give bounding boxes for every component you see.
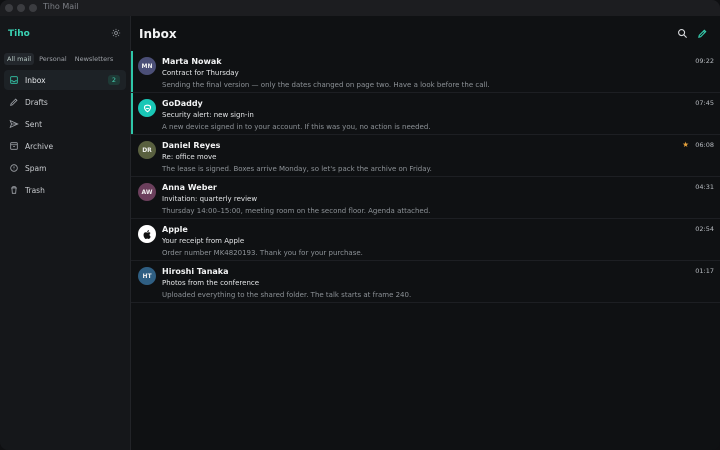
message-time: 02:54 (695, 225, 714, 233)
star-icon[interactable]: ★ (682, 140, 689, 149)
message-sender: GoDaddy (162, 99, 203, 108)
message-subject: Your receipt from Apple (162, 237, 245, 245)
sidebar-item-inbox[interactable]: Inbox 2 (4, 70, 126, 90)
gear-icon[interactable] (111, 28, 121, 38)
archive-icon (10, 142, 18, 150)
avatar-initials: AW (141, 188, 153, 196)
message-subject: Photos from the conference (162, 279, 260, 287)
message-list: MN Marta Nowak 09:22 Contract for Thursd… (131, 51, 720, 303)
message-subject: Invitation: quarterly review (162, 195, 258, 203)
send-icon (9, 119, 19, 129)
close-window-button[interactable] (5, 4, 13, 12)
message-time: 07:45 (695, 99, 714, 107)
search-icon[interactable] (677, 28, 688, 39)
message-row[interactable]: MN Marta Nowak 09:22 Contract for Thursd… (131, 51, 720, 93)
sidebar-item-trash[interactable]: Trash (4, 180, 126, 200)
message-row[interactable]: GoDaddy 07:45 Security alert: new sign-i… (131, 93, 720, 135)
avatar-initials: DR (142, 146, 152, 154)
message-subject: Contract for Thursday (162, 69, 239, 77)
brand-name: Tiho (8, 29, 30, 39)
sidebar-item-label: Inbox (25, 75, 46, 85)
app-window: Tiho Mail Tiho All mail Personal Newslet… (0, 0, 720, 450)
tab-newsletters[interactable]: Newsletters (72, 53, 117, 65)
sidebar-item-drafts[interactable]: Drafts (4, 92, 126, 112)
message-row[interactable]: DR Daniel Reyes ★ 06:08 Re: office move … (131, 135, 720, 177)
godaddy-logo-icon (143, 104, 151, 112)
message-time: 04:31 (695, 183, 714, 191)
message-row[interactable]: HT Hiroshi Tanaka 01:17 Photos from the … (131, 261, 720, 303)
message-row[interactable]: AW Anna Weber 04:31 Invitation: quarterl… (131, 177, 720, 219)
avatar: HT (138, 267, 156, 285)
title-bar: Tiho Mail (0, 0, 720, 16)
sidebar-item-spam[interactable]: Spam (4, 158, 126, 178)
message-preview: Uploaded everything to the shared folder… (162, 291, 412, 299)
avatar: AW (138, 183, 156, 201)
message-row[interactable]: Apple 02:54 Your receipt from Apple Orde… (131, 219, 720, 261)
sidebar-item-label: Archive (25, 141, 54, 151)
folder-list: Inbox 2 Drafts Sent Archive Spam Trash (4, 70, 126, 202)
message-pane: Inbox MN Marta Nowak 09:22 Contract for … (131, 16, 720, 450)
minimize-window-button[interactable] (17, 4, 25, 12)
avatar: MN (138, 57, 156, 75)
message-sender: Anna Weber (162, 183, 217, 192)
message-subject: Re: office move (162, 153, 217, 161)
message-preview: Thursday 14:00–15:00, meeting room on th… (162, 207, 431, 215)
avatar: DR (138, 141, 156, 159)
page-title: Inbox (139, 27, 177, 41)
avatar (138, 99, 156, 117)
message-subject: Security alert: new sign-in (162, 111, 254, 119)
sidebar-item-label: Drafts (25, 97, 48, 107)
sidebar: Tiho All mail Personal Newsletters Inbox… (0, 16, 131, 450)
message-preview: Sending the final version — only the dat… (162, 81, 490, 89)
compose-icon[interactable] (697, 28, 708, 39)
message-sender: Marta Nowak (162, 57, 222, 66)
message-time: 09:22 (695, 57, 714, 65)
message-sender: Daniel Reyes (162, 141, 221, 150)
message-time: 06:08 (695, 141, 714, 149)
trash-icon (11, 186, 17, 194)
message-sender: Hiroshi Tanaka (162, 267, 229, 276)
message-preview: The lease is signed. Boxes arrive Monday… (162, 165, 432, 173)
window-title: Tiho Mail (43, 2, 79, 11)
alert-icon (10, 164, 18, 172)
sidebar-item-label: Sent (25, 119, 43, 129)
avatar (138, 225, 156, 243)
tab-all-mail[interactable]: All mail (4, 53, 35, 65)
sidebar-item-archive[interactable]: Archive (4, 136, 126, 156)
apple-logo-icon (143, 229, 151, 239)
avatar-initials: MN (141, 62, 153, 70)
sidebar-item-label: Trash (25, 185, 45, 195)
message-time: 01:17 (695, 267, 714, 275)
zoom-window-button[interactable] (29, 4, 37, 12)
message-preview: A new device signed in to your account. … (162, 123, 431, 131)
unread-count-badge: 2 (107, 75, 120, 85)
avatar-initials: HT (142, 272, 152, 280)
pencil-icon (10, 98, 18, 106)
sidebar-item-sent[interactable]: Sent (4, 114, 126, 134)
tab-personal[interactable]: Personal (36, 53, 70, 65)
sidebar-item-label: Spam (25, 163, 47, 173)
message-preview: Order number MK4820193. Thank you for yo… (162, 249, 363, 257)
inbox-icon (10, 76, 18, 84)
mailbox-tabs: All mail Personal Newsletters (4, 53, 116, 65)
message-sender: Apple (162, 225, 188, 234)
